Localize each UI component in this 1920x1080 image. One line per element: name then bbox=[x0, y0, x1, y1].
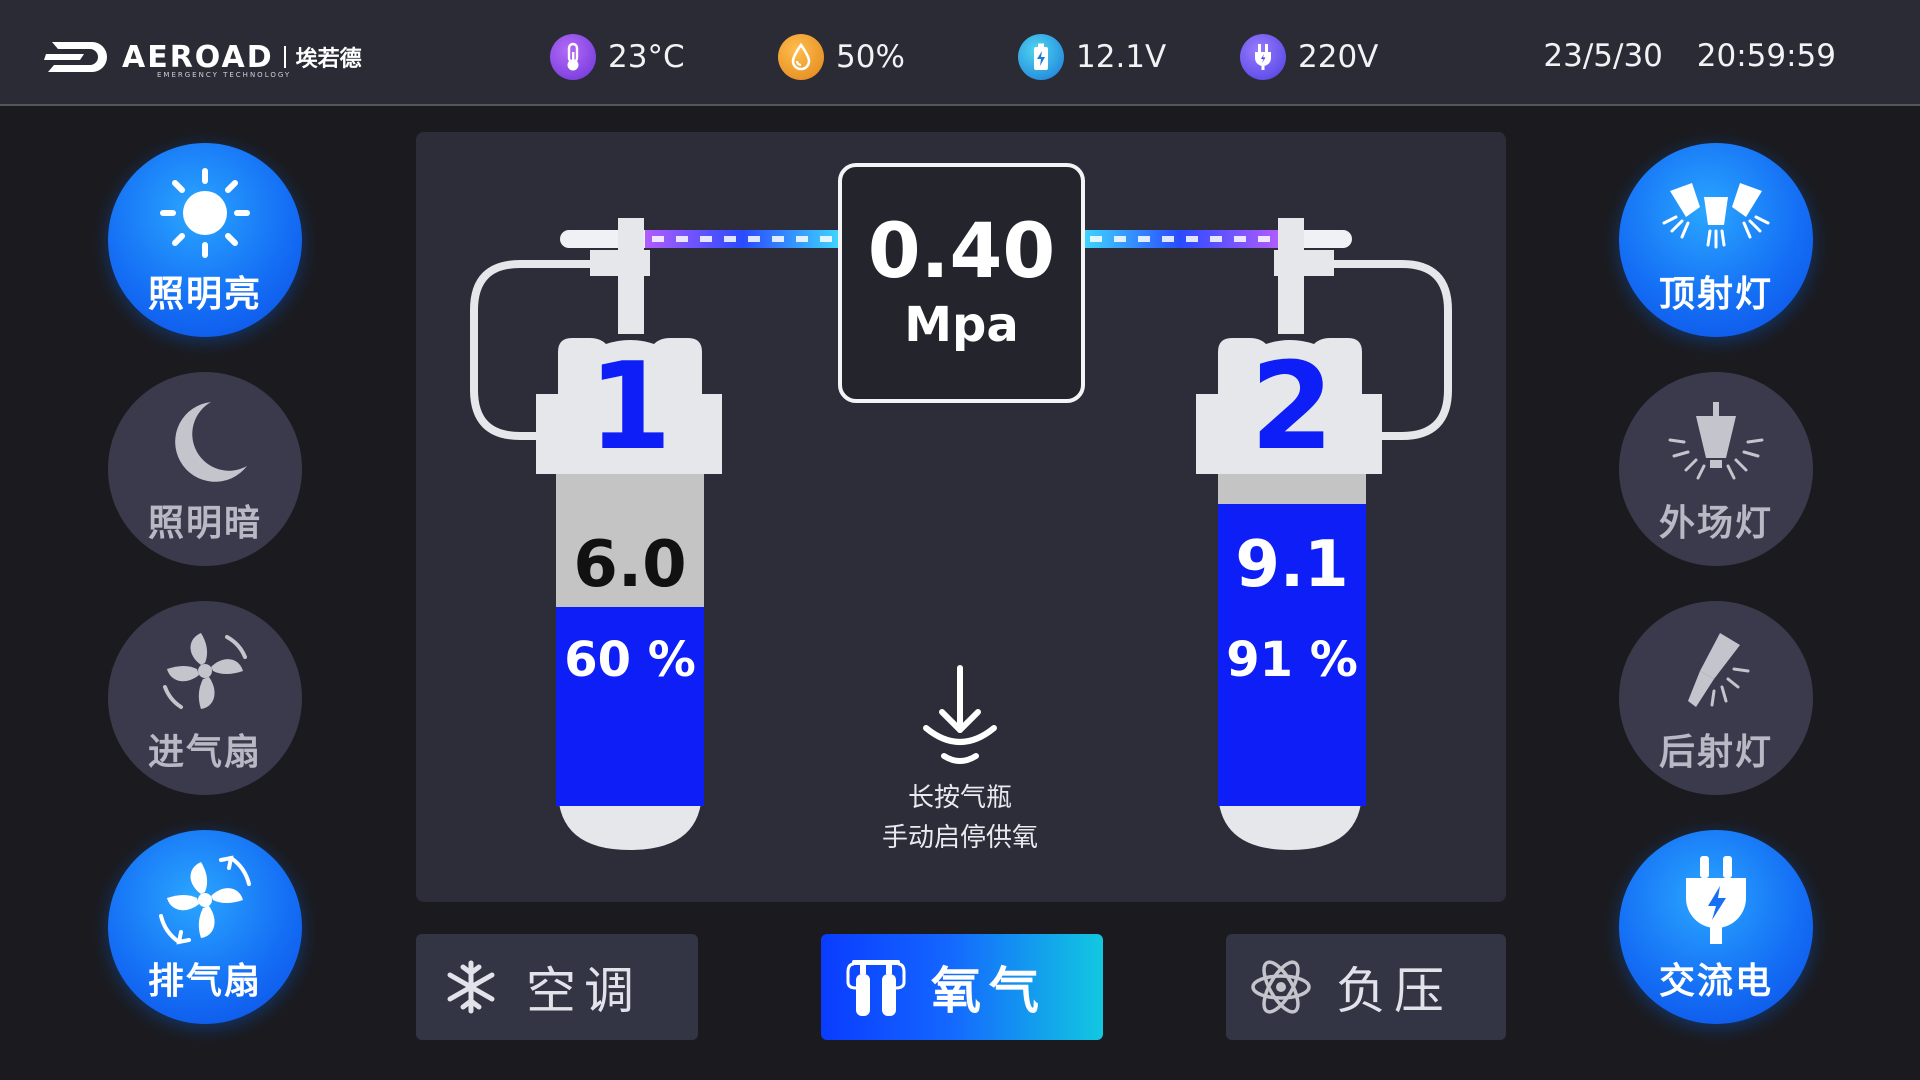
cylinder-1-number: 1 bbox=[588, 338, 672, 477]
press-hint-text: 长按气瓶 手动启停供氧 bbox=[840, 778, 1080, 858]
cylinder-1-percent: 60 % bbox=[564, 632, 696, 688]
press-hint-icon bbox=[923, 665, 997, 764]
tab-oxygen[interactable]: 氧气 bbox=[821, 934, 1103, 1040]
snowflake-icon bbox=[447, 960, 495, 1014]
tab-air-conditioning-label: 空调 bbox=[526, 962, 642, 1020]
oxygen-tanks-icon bbox=[846, 960, 906, 1016]
cylinder-2-value: 9.1 bbox=[1235, 528, 1349, 602]
tab-negative-pressure[interactable]: 负压 bbox=[1226, 934, 1506, 1040]
pipe-led-left bbox=[645, 230, 840, 248]
atom-icon bbox=[1251, 960, 1311, 1014]
pipe-led-right bbox=[1083, 230, 1278, 248]
pressure-unit: Mpa bbox=[904, 297, 1019, 353]
tab-air-conditioning[interactable]: 空调 bbox=[416, 934, 698, 1040]
tab-negative-pressure-label: 负压 bbox=[1336, 962, 1452, 1020]
pressure-display: 0.40 Mpa bbox=[838, 163, 1085, 403]
pressure-value: 0.40 bbox=[867, 206, 1056, 295]
cylinder-2-percent: 91 % bbox=[1226, 632, 1358, 688]
oxygen-diagram bbox=[470, 218, 1452, 850]
cylinder-1-value: 6.0 bbox=[573, 528, 687, 602]
cylinder-2-number: 2 bbox=[1250, 338, 1334, 477]
tab-oxygen-label: 氧气 bbox=[931, 962, 1047, 1020]
press-hint-line2: 手动启停供氧 bbox=[881, 823, 1038, 853]
press-hint-line1: 长按气瓶 bbox=[907, 783, 1012, 813]
